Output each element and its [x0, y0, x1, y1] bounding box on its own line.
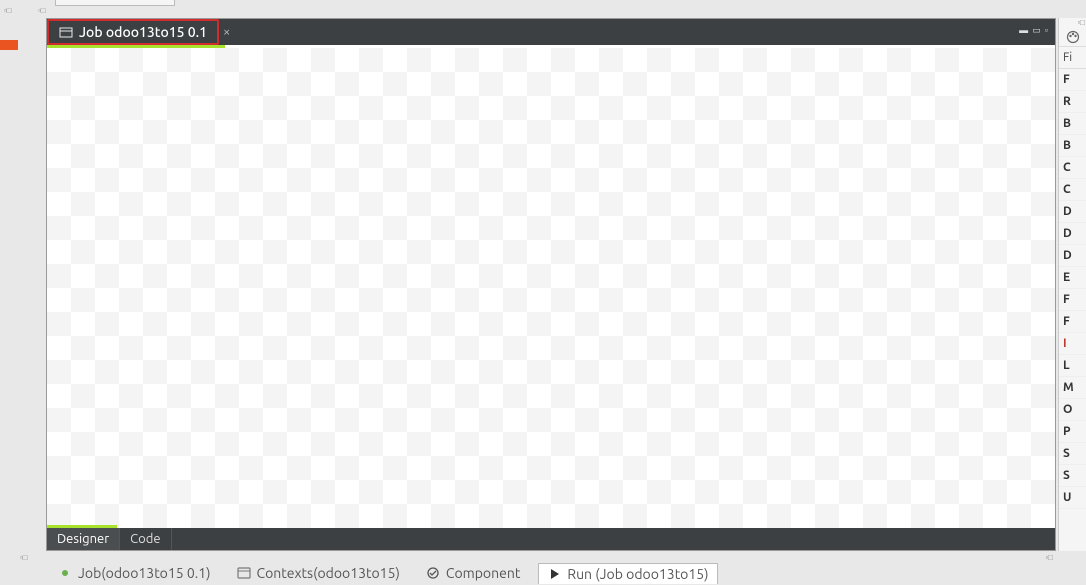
minimize-restore-marker-left[interactable]: ▫ □ — [4, 6, 11, 15]
bottom-views-bar: Job(odoo13to15 0.1) Contexts(odoo13to15)… — [46, 561, 1086, 585]
palette-row[interactable]: B — [1059, 135, 1086, 157]
editor-panel: Job odoo13to15 0.1 × ▬ ▭ ▫ Designer Code — [46, 18, 1056, 551]
editor-tab-job[interactable]: Job odoo13to15 0.1 — [47, 19, 219, 45]
view-run-label: Run (Job odoo13to15) — [567, 566, 708, 582]
minimize-restore-marker-right[interactable]: ▫ □ — [1059, 18, 1086, 27]
view-contexts[interactable]: Contexts(odoo13to15) — [229, 563, 408, 583]
play-icon — [547, 567, 561, 581]
top-strip: ▫ □ ▫ □ — [0, 0, 1086, 18]
window-controls-icon[interactable]: ▬ ▭ ▫ — [1019, 25, 1049, 36]
view-component[interactable]: Component — [418, 563, 528, 583]
close-icon[interactable]: × — [223, 25, 230, 39]
job-icon — [59, 25, 73, 39]
view-job[interactable]: Job(odoo13to15 0.1) — [50, 563, 219, 583]
palette-row[interactable]: C — [1059, 157, 1086, 179]
palette-row[interactable]: S — [1059, 443, 1086, 465]
palette-row[interactable]: D — [1059, 223, 1086, 245]
palette-row[interactable]: F — [1059, 69, 1086, 91]
palette-row[interactable]: O — [1059, 399, 1086, 421]
view-contexts-label: Contexts(odoo13to15) — [257, 565, 400, 581]
view-component-label: Component — [446, 565, 520, 581]
top-line-decor — [55, 0, 175, 6]
tab-code[interactable]: Code — [120, 528, 171, 550]
palette-row[interactable]: D — [1059, 245, 1086, 267]
minimize-restore-marker-leftish[interactable]: ▫ □ — [38, 6, 45, 15]
palette-row[interactable]: F — [1059, 289, 1086, 311]
designer-canvas[interactable] — [47, 48, 1055, 528]
palette-row[interactable]: M — [1059, 377, 1086, 399]
view-job-label: Job(odoo13to15 0.1) — [78, 565, 211, 581]
palette-row[interactable]: B — [1059, 113, 1086, 135]
palette-row[interactable]: E — [1059, 267, 1086, 289]
palette-row[interactable]: R — [1059, 91, 1086, 113]
palette-find[interactable]: Fi — [1059, 47, 1086, 69]
palette-row[interactable]: I — [1059, 333, 1086, 355]
bottom-tab-active-strip — [47, 525, 117, 528]
active-indicator — [0, 40, 18, 50]
editor-bottom-tabs: Designer Code — [47, 528, 1055, 550]
contexts-icon — [237, 566, 251, 580]
palette-row[interactable]: S — [1059, 465, 1086, 487]
editor-tab-bar: Job odoo13to15 0.1 × ▬ ▭ ▫ — [47, 19, 1055, 45]
editor-tab-label: Job odoo13to15 0.1 — [79, 24, 207, 40]
component-icon — [426, 566, 440, 580]
view-run[interactable]: Run (Job odoo13to15) — [538, 563, 717, 584]
minimize-restore-marker-bl[interactable]: ▫ □ — [20, 553, 27, 562]
palette-panel[interactable]: ▫ □ Fi F R B B C C D D D E F F I L M O P… — [1058, 18, 1086, 551]
palette-row[interactable]: C — [1059, 179, 1086, 201]
palette-icon[interactable] — [1059, 27, 1086, 47]
palette-row[interactable]: P — [1059, 421, 1086, 443]
left-gutter — [0, 18, 46, 559]
palette-row[interactable]: F — [1059, 311, 1086, 333]
palette-row[interactable]: L — [1059, 355, 1086, 377]
job-dot-icon — [58, 566, 72, 580]
palette-row[interactable]: U — [1059, 487, 1086, 509]
tab-designer[interactable]: Designer — [47, 528, 120, 550]
palette-row[interactable]: D — [1059, 201, 1086, 223]
